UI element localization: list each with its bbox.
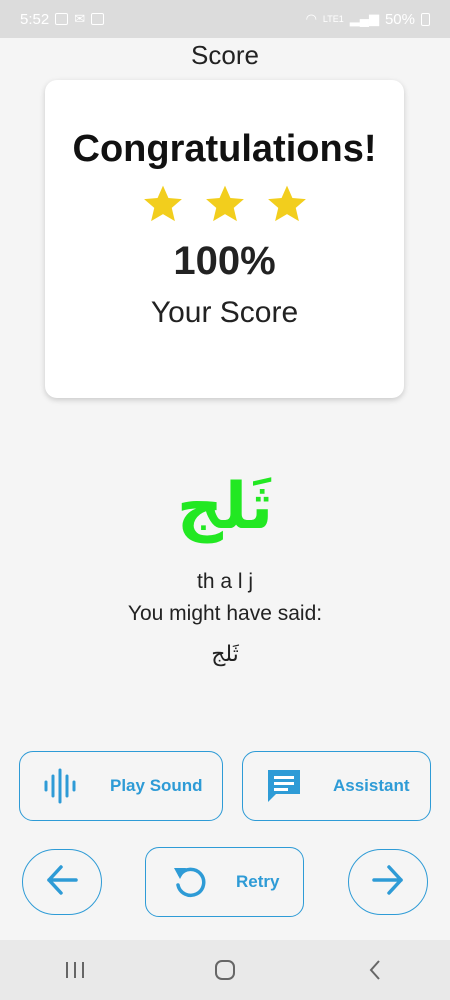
star-rating — [45, 183, 404, 225]
home-button[interactable] — [205, 950, 245, 990]
assistant-label: Assistant — [333, 776, 410, 795]
retry-button[interactable]: Retry — [145, 847, 304, 917]
back-icon — [369, 960, 380, 980]
refresh-icon — [170, 863, 210, 901]
score-card: Congratulations! 100% Your Score — [45, 80, 404, 398]
arrow-left-icon — [44, 862, 80, 903]
assistant-button[interactable]: Assistant — [242, 751, 431, 821]
star-icon — [205, 185, 244, 222]
play-sound-button[interactable]: Play Sound — [19, 751, 223, 821]
star-icon — [143, 185, 182, 222]
wifi-icon: ◠ — [305, 11, 317, 26]
arabic-word: ثَلج — [176, 470, 274, 544]
chat-bubble-icon — [263, 766, 305, 806]
gallery-icon — [55, 13, 69, 25]
star-icon — [267, 185, 306, 222]
waveform-icon — [40, 767, 82, 805]
status-time: 5:52 — [20, 10, 50, 28]
network-label: LTE1 — [322, 14, 344, 24]
play-sound-label: Play Sound — [110, 776, 203, 795]
recent-apps-icon — [66, 962, 84, 978]
battery-icon — [421, 12, 430, 26]
mail-icon: ✉ — [74, 11, 86, 26]
recent-apps-button[interactable] — [55, 950, 95, 990]
battery-percent: 50% — [384, 10, 415, 28]
page-title: Score — [191, 40, 259, 70]
check-icon — [91, 13, 105, 25]
next-button[interactable] — [348, 849, 428, 915]
system-nav-bar — [0, 940, 450, 1000]
arrow-right-icon — [370, 862, 406, 903]
recognized-word: ثَلج — [211, 642, 239, 667]
signal-icon: ▂▄▆ — [349, 11, 379, 26]
congratulations-heading: Congratulations! — [72, 128, 377, 170]
home-icon — [215, 960, 235, 980]
score-value: 100% — [173, 239, 276, 283]
retry-label: Retry — [236, 872, 280, 891]
status-bar: 5:52 ✉ ◠ LTE1 ▂▄▆ 50% — [0, 0, 450, 38]
transliteration: th a l j — [196, 570, 254, 593]
score-label: Your Score — [150, 296, 299, 329]
back-button[interactable] — [355, 950, 395, 990]
said-label: You might have said: — [127, 602, 323, 625]
previous-button[interactable] — [22, 849, 102, 915]
